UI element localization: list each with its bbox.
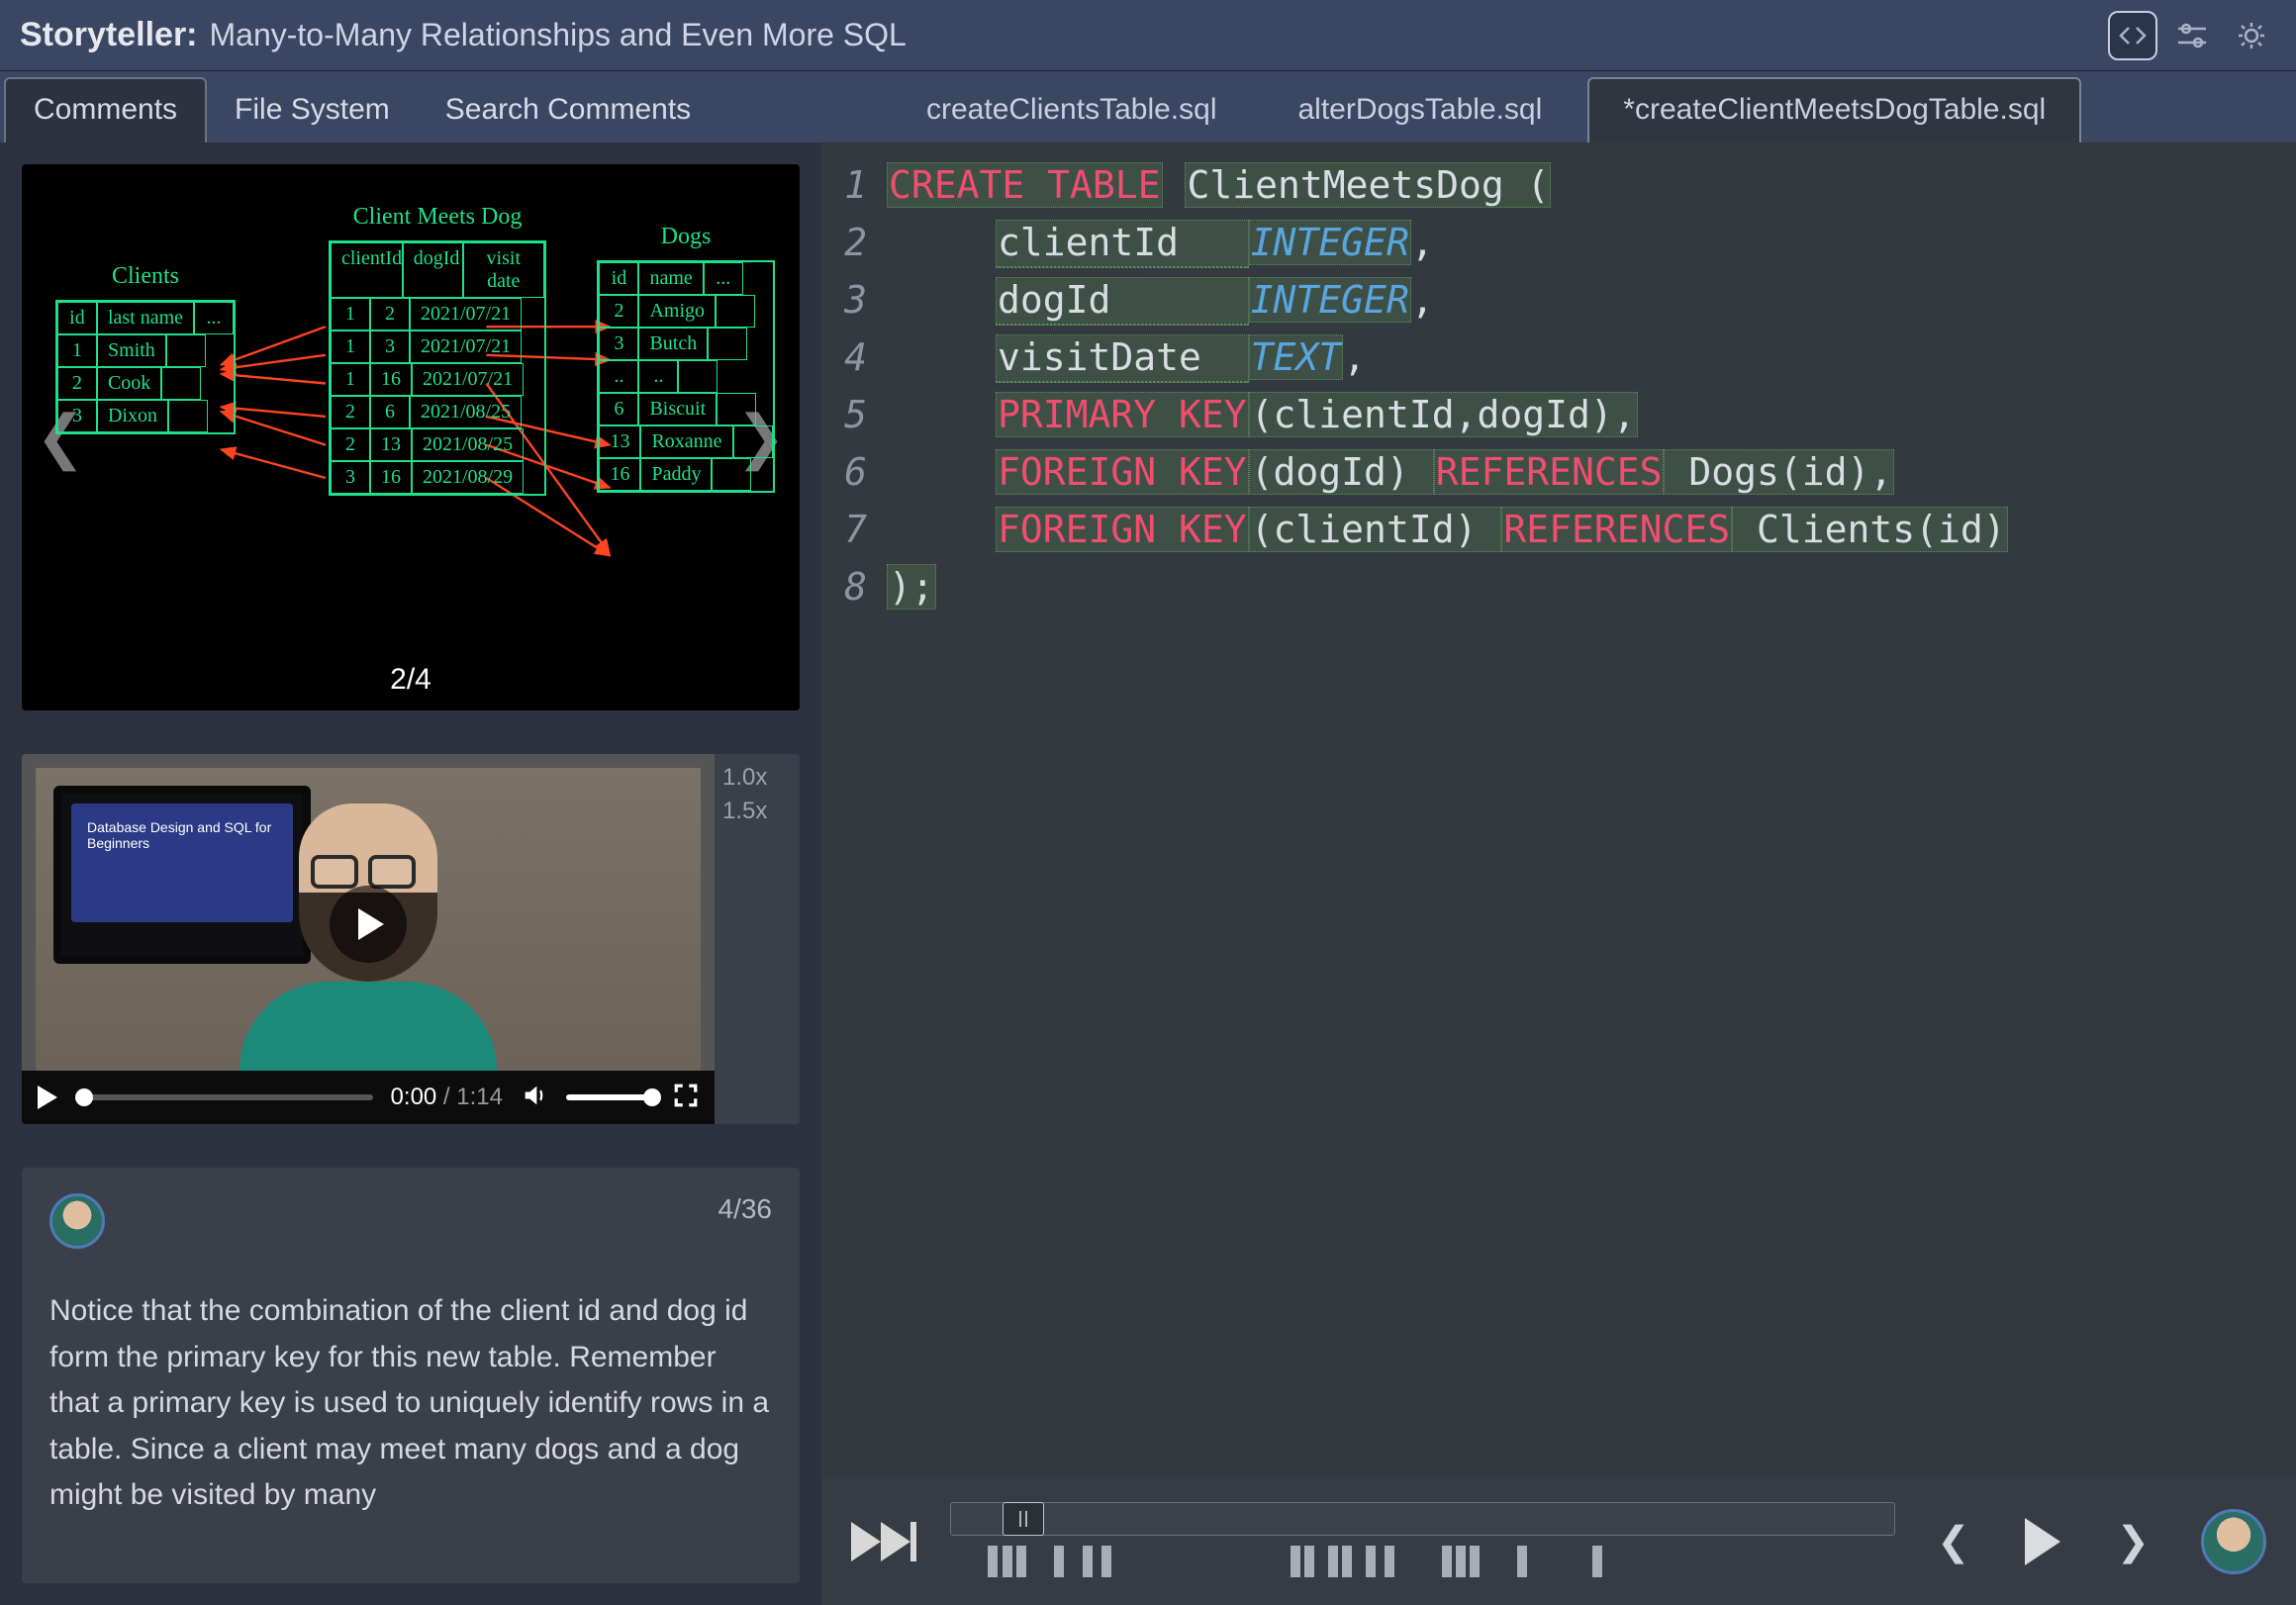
skip-forward-button[interactable]	[851, 1522, 916, 1561]
code-view-button[interactable]	[2108, 11, 2157, 60]
video-frame[interactable]: Database Design and SQL for Beginners 0:…	[22, 754, 715, 1124]
code-editor[interactable]: CREATE TABLE ClientMeetsDog ( clientId I…	[877, 142, 2296, 1478]
prev-step-button[interactable]: ❮	[1929, 1519, 1978, 1564]
timeline-thumb[interactable]	[1003, 1502, 1044, 1536]
timeline-track[interactable]	[950, 1502, 1895, 1536]
gear-icon[interactable]	[2227, 11, 2276, 60]
volume-icon[interactable]	[521, 1082, 548, 1114]
panel-tabs: Comments File System Search Comments	[0, 71, 821, 142]
playback-speed-options: 1.0x 1.5x	[715, 754, 784, 1124]
comment-counter: 4/36	[718, 1193, 773, 1225]
comment-body: Notice that the combination of the clien…	[49, 1288, 772, 1519]
line-gutter: 12345678	[821, 142, 877, 1478]
slide-page-indicator: 2/4	[390, 663, 431, 697]
file-tab[interactable]: *createClientMeetsDogTable.sql	[1587, 77, 2081, 142]
settings-sliders-button[interactable]	[2167, 11, 2217, 60]
topbar: Storyteller: Many-to-Many Relationships …	[0, 0, 2296, 71]
video-controls: 0:00 / 1:14	[22, 1071, 715, 1124]
playback-avatar[interactable]	[2201, 1509, 2266, 1574]
playback-play-button[interactable]	[2025, 1518, 2060, 1565]
speed-1-5x[interactable]: 1.5x	[722, 798, 767, 825]
left-panel: Comments File System Search Comments ❮ ❯	[0, 71, 821, 1605]
speed-1x[interactable]: 1.0x	[722, 764, 767, 792]
editor-panel: createClientsTable.sqlalterDogsTable.sql…	[821, 71, 2296, 1605]
tab-comments[interactable]: Comments	[4, 77, 207, 142]
volume-slider[interactable]	[566, 1094, 655, 1100]
video-play-button[interactable]	[38, 1086, 57, 1109]
fullscreen-button[interactable]	[673, 1083, 699, 1113]
file-tab[interactable]: createClientsTable.sql	[891, 77, 1252, 142]
video-time: 0:00 / 1:14	[391, 1084, 503, 1111]
file-tabs: createClientsTable.sqlalterDogsTable.sql…	[821, 71, 2296, 142]
video-play-overlay[interactable]	[330, 886, 407, 963]
file-tab[interactable]: alterDogsTable.sql	[1262, 77, 1578, 142]
tab-search-comments[interactable]: Search Comments	[418, 79, 718, 142]
next-step-button[interactable]: ❯	[2108, 1519, 2157, 1564]
author-avatar[interactable]	[49, 1193, 105, 1249]
comment-card: 4/36 Notice that the combination of the …	[22, 1168, 800, 1583]
video-seek-bar[interactable]	[75, 1094, 373, 1100]
page-title: Many-to-Many Relationships and Even More…	[210, 17, 907, 53]
tab-filesystem[interactable]: File System	[207, 79, 418, 142]
diagram-slide: ❮ ❯	[22, 164, 800, 710]
playback-bar: ❮ ❯	[821, 1478, 2296, 1605]
video-card: Database Design and SQL for Beginners 0:…	[22, 754, 800, 1124]
timeline-markers	[950, 1546, 1895, 1581]
app-name: Storyteller:	[20, 16, 198, 54]
